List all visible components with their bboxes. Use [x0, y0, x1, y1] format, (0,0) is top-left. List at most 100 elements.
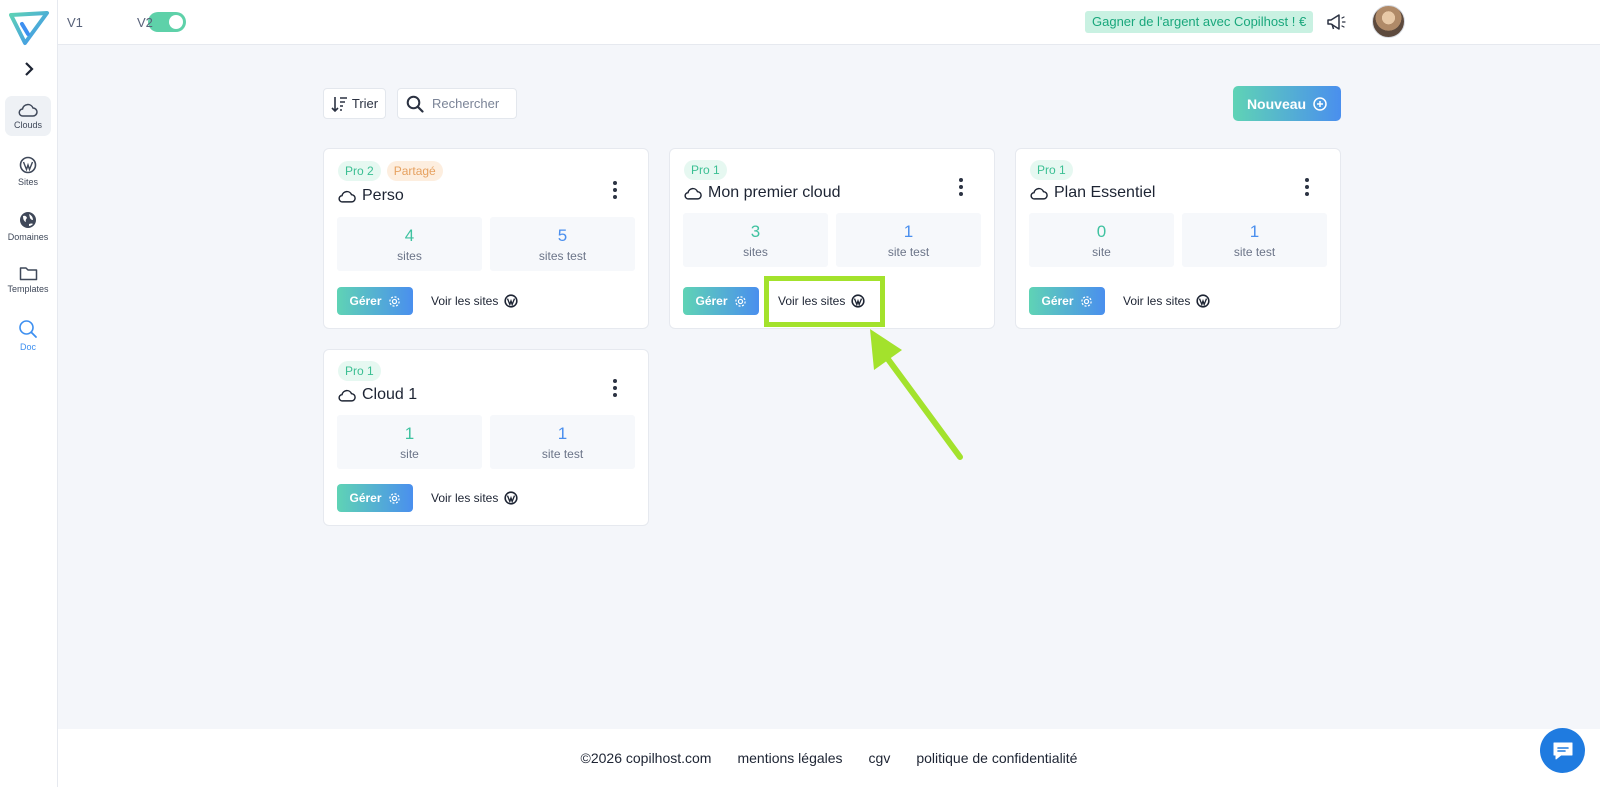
sidebar-item-doc[interactable]: Doc [5, 315, 51, 355]
cloud-card: Pro 1 Plan Essentiel 0 site 1 site test … [1015, 148, 1341, 329]
expand-sidebar-button[interactable] [18, 58, 40, 80]
gear-icon [1080, 295, 1092, 307]
cloud-title: Perso [338, 187, 404, 205]
view-sites-link[interactable]: Voir les sites [431, 484, 518, 512]
gear-icon [388, 492, 400, 504]
cloud-title: Cloud 1 [338, 386, 417, 404]
search-icon [19, 319, 37, 338]
wordpress-icon [19, 156, 37, 173]
wordpress-icon [504, 294, 518, 308]
megaphone-icon [1327, 14, 1346, 30]
sidebar-item-label: Templates [7, 284, 49, 294]
plan-badge: Pro 1 [338, 361, 381, 381]
test-sites-label: sites test [538, 248, 587, 263]
view-sites-label: Voir les sites [431, 294, 499, 308]
sites-count-box[interactable]: 0 site [1029, 213, 1174, 267]
privacy-policy-link[interactable]: politique de confidentialité [916, 750, 1077, 766]
badges: Pro 1 [684, 160, 727, 180]
version-toggle[interactable] [148, 12, 186, 32]
cloud-name: Perso [362, 187, 404, 204]
manage-label: Gérer [695, 294, 728, 308]
affiliate-promo-link[interactable]: Gagner de l'argent avec Copilhost ! € [1085, 11, 1314, 33]
cloud-icon [18, 103, 38, 117]
plus-circle-icon [1313, 96, 1327, 111]
sites-label: site [1092, 244, 1111, 259]
cloud-card: Pro 1 Cloud 1 1 site 1 site test Gérer V… [323, 349, 649, 526]
more-options-button[interactable] [952, 175, 970, 199]
legal-notice-link[interactable]: mentions légales [737, 750, 842, 766]
cloud-name: Cloud 1 [362, 386, 418, 403]
manage-label: Gérer [349, 491, 382, 505]
cloud-title: Plan Essentiel [1030, 184, 1155, 202]
sidebar-item-label: Domaines [7, 231, 49, 242]
pointer-arrow [870, 329, 963, 460]
test-sites-label: site test [887, 244, 930, 259]
version-v1-label: V1 [67, 15, 83, 30]
sites-count: 1 [404, 423, 415, 443]
manage-button[interactable]: Gérer [337, 484, 413, 512]
search-input[interactable] [432, 96, 510, 111]
sort-icon [331, 96, 347, 112]
manage-button[interactable]: Gérer [337, 287, 413, 315]
view-sites-label: Voir les sites [431, 491, 499, 505]
test-sites-count-box[interactable]: 5 sites test [490, 217, 635, 271]
cgv-link[interactable]: cgv [869, 750, 891, 766]
view-sites-label: Voir les sites [1123, 294, 1191, 308]
more-options-button[interactable] [606, 376, 624, 400]
sidebar-item-domains[interactable]: Domaines [5, 206, 51, 246]
toggle-knob [169, 15, 183, 29]
badges: Pro 1 [338, 361, 381, 381]
sites-count-box[interactable]: 1 site [337, 415, 482, 469]
sidebar-item-label: Sites [17, 176, 38, 187]
view-sites-link[interactable]: Voir les sites [431, 287, 518, 315]
cloud-icon [338, 389, 356, 402]
copyright-text: ©2026 copilhost.com [580, 750, 712, 766]
more-options-button[interactable] [1298, 175, 1316, 199]
cloud-icon [1030, 187, 1048, 200]
globe-icon [20, 211, 36, 228]
manage-label: Gérer [349, 294, 382, 308]
cloud-icon [684, 187, 702, 200]
chat-bubble-icon [1553, 742, 1572, 759]
sites-count-box[interactable]: 4 sites [337, 217, 482, 271]
test-sites-count-box[interactable]: 1 site test [1182, 213, 1327, 267]
sidebar-item-templates[interactable]: Templates [5, 260, 51, 300]
manage-button[interactable]: Gérer [683, 287, 759, 315]
sidebar-item-sites[interactable]: Sites [5, 151, 51, 191]
badges: Pro 1 [1030, 160, 1073, 180]
more-options-button[interactable] [606, 178, 624, 202]
test-sites-label: site test [541, 446, 584, 461]
wordpress-icon [504, 491, 518, 505]
cloud-title: Mon premier cloud [684, 184, 841, 202]
sort-label: Trier [351, 96, 379, 111]
gear-icon [388, 295, 400, 307]
cloud-icon [338, 190, 356, 203]
top-bar: V1 V2 Gagner de l'argent avec Copilhost … [58, 0, 1600, 45]
announcements-button[interactable] [1326, 12, 1348, 32]
test-sites-count-box[interactable]: 1 site test [490, 415, 635, 469]
view-sites-link[interactable]: Voir les sites [1123, 287, 1210, 315]
sort-button[interactable]: Trier [323, 88, 386, 119]
sidebar-item-label: Clouds [13, 119, 42, 130]
plan-badge: Pro 2 [338, 161, 381, 181]
test-sites-count: 1 [903, 221, 914, 241]
test-sites-count: 1 [557, 423, 568, 443]
sidebar-item-clouds[interactable]: Clouds [5, 96, 51, 136]
plan-badge: Pro 1 [1030, 160, 1073, 180]
copilhost-logo[interactable] [8, 10, 50, 46]
shared-badge: Partagé [386, 161, 443, 181]
chat-button[interactable] [1540, 728, 1585, 773]
user-avatar[interactable] [1372, 5, 1405, 38]
search-box [397, 88, 517, 119]
test-sites-count-box[interactable]: 1 site test [836, 213, 981, 267]
sites-count-box[interactable]: 3 sites [683, 213, 828, 267]
sites-label: sites [743, 244, 768, 259]
new-cloud-button[interactable]: Nouveau [1233, 86, 1341, 121]
manage-label: Gérer [1041, 294, 1074, 308]
version-v2-label: V2 [137, 15, 153, 30]
sites-count: 3 [750, 221, 761, 241]
wordpress-icon [1196, 294, 1210, 308]
plan-badge: Pro 1 [684, 160, 727, 180]
manage-button[interactable]: Gérer [1029, 287, 1105, 315]
test-sites-label: site test [1233, 244, 1276, 259]
